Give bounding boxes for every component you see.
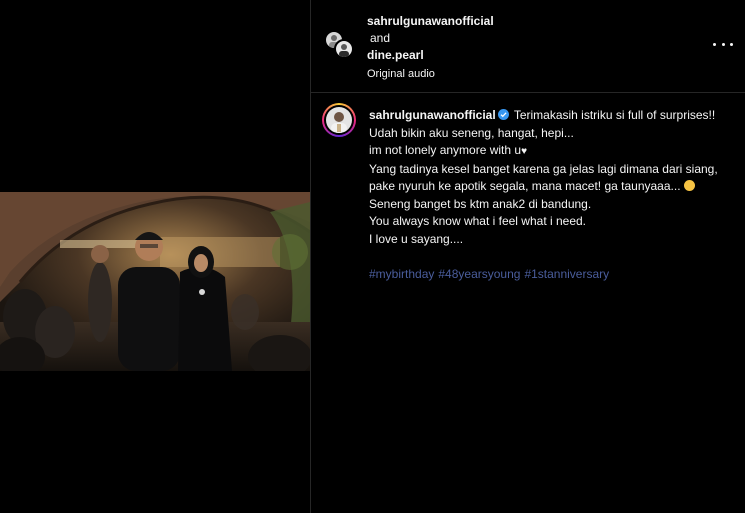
caption-text-line: im not lonely anymore with u♥ <box>369 142 739 161</box>
caption-username[interactable]: sahrulgunawanofficial <box>369 108 496 122</box>
hashtag-link[interactable]: #1stanniversary <box>524 267 609 281</box>
caption-body: sahrulgunawanofficial Terimakasih istrik… <box>369 107 739 284</box>
collab-avatars[interactable] <box>324 30 356 62</box>
caption-text-line: Seneng banget bs ktm anak2 di bandung. <box>369 196 592 211</box>
header-divider <box>311 92 745 93</box>
header-and-text: and <box>370 31 391 45</box>
caption-text-line: Terimakasih istriku si full of surprises… <box>513 108 716 122</box>
hashtag-link[interactable]: #mybirthday <box>369 267 434 281</box>
hashtag-link[interactable]: #48yearsyoung <box>438 267 520 281</box>
header-username-1[interactable]: sahrulgunawanofficial <box>367 13 494 30</box>
caption-text-line: Yang tadinya kesel banget karena ga jela… <box>369 161 718 176</box>
post-photo[interactable] <box>0 192 310 371</box>
more-options-icon[interactable] <box>713 38 733 50</box>
more-dot <box>721 42 725 46</box>
caption-text-line: You always know what i feel what i need. <box>369 214 587 228</box>
avatar-dine-pearl[interactable] <box>334 39 354 59</box>
header-username-2[interactable]: dine.pearl <box>367 47 494 64</box>
caption-text-line: I love u sayang.... <box>369 231 464 246</box>
post-header: sahrulgunawanofficial and dine.pearl Ori… <box>311 0 745 92</box>
post-media-pane <box>0 0 310 513</box>
heart-icon: ♥ <box>521 146 528 157</box>
caption-text-line: pake nyuruh ke apotik segala, mana macet… <box>369 178 739 196</box>
caption-first-line: sahrulgunawanofficial Terimakasih istrik… <box>369 107 739 125</box>
post-photo-image <box>0 192 310 371</box>
smiling-face-emoji-icon <box>683 180 695 191</box>
caption-text: pake nyuruh ke apotik segala, mana macet… <box>369 179 681 193</box>
verified-badge-icon <box>497 109 509 120</box>
caption-avatar[interactable] <box>322 103 356 137</box>
more-dot <box>713 42 716 46</box>
hashtags: #mybirthday #48yearsyoung #1stanniversary <box>369 266 739 284</box>
more-dot <box>730 42 733 46</box>
post-sidebar: sahrulgunawanofficial and dine.pearl Ori… <box>311 0 745 513</box>
header-text: sahrulgunawanofficial and dine.pearl Ori… <box>367 13 494 83</box>
caption-text: im not lonely anymore with u <box>369 143 522 157</box>
audio-link[interactable]: Original audio <box>367 66 494 83</box>
caption-text-line: Udah bikin aku seneng, hangat, hepi... <box>369 125 574 140</box>
